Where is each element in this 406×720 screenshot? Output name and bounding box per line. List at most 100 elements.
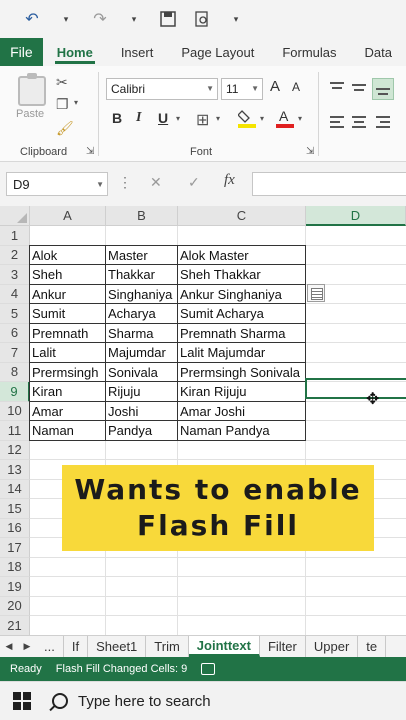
row-header-13[interactable]: 13 [0, 460, 30, 480]
tab-file[interactable]: File [0, 38, 43, 66]
column-header-d[interactable]: D [306, 206, 406, 226]
cell-c6[interactable]: Premnath Sharma [178, 324, 306, 344]
redo-icon[interactable]: ↷ [90, 9, 110, 29]
fill-color-dropdown-icon[interactable]: ▾ [260, 114, 264, 123]
save-icon[interactable] [158, 9, 178, 29]
tab-page-layout[interactable]: Page Layout [167, 38, 268, 66]
sheet-tab-more[interactable]: ... [36, 636, 64, 657]
paste-button-label[interactable]: Paste [16, 108, 44, 120]
sheet-tab-filter[interactable]: Filter [260, 636, 306, 657]
cut-icon[interactable]: ✂ [56, 74, 68, 91]
tab-formulas[interactable]: Formulas [268, 38, 350, 66]
font-launcher-icon[interactable]: ⇲ [306, 146, 314, 157]
cell-a2[interactable]: Alok [30, 246, 106, 266]
font-name-select[interactable]: Calibri ▼ [106, 78, 218, 100]
cell-b6[interactable]: Sharma [106, 324, 178, 344]
row-header-4[interactable]: 4 [0, 284, 30, 304]
active-cell-d9[interactable] [305, 378, 406, 399]
undo-dropdown-icon[interactable]: ▾ [56, 9, 76, 29]
borders-icon[interactable]: ⊞ [196, 110, 209, 130]
grow-font-button[interactable]: A [270, 78, 280, 95]
redo-dropdown-icon[interactable]: ▾ [124, 9, 144, 29]
sheet-tab-te[interactable]: te [358, 636, 387, 657]
row-header-3[interactable]: 3 [0, 265, 30, 285]
sheet-tab-if[interactable]: If [64, 636, 89, 657]
undo-icon[interactable]: ↶ [22, 9, 42, 29]
cell-c10[interactable]: Amar Joshi [178, 402, 306, 422]
paste-icon[interactable] [18, 73, 46, 106]
bold-button[interactable]: B [112, 110, 122, 126]
row-header-7[interactable]: 7 [0, 343, 30, 363]
flash-fill-options-icon[interactable] [307, 284, 325, 302]
cell-c8[interactable]: Prermsingh Sonivala [178, 363, 306, 383]
row-header-20[interactable]: 20 [0, 596, 30, 616]
print-preview-icon[interactable] [192, 9, 212, 29]
cell-b8[interactable]: Sonivala [106, 363, 178, 383]
cell-b5[interactable]: Acharya [106, 304, 178, 324]
row-header-12[interactable]: 12 [0, 440, 30, 460]
sheet-tab-upper[interactable]: Upper [306, 636, 359, 657]
cell-a7[interactable]: Lalit [30, 343, 106, 363]
tab-data[interactable]: Data [351, 38, 406, 66]
fill-color-icon[interactable] [237, 108, 256, 131]
sheet-tab-trim[interactable]: Trim [146, 636, 189, 657]
cell-b9[interactable]: Rijuju [106, 382, 178, 402]
row-header-1[interactable]: 1 [0, 226, 30, 246]
row-header-17[interactable]: 17 [0, 538, 30, 558]
select-all-button[interactable] [0, 206, 30, 226]
cell-b2[interactable]: Master [106, 246, 178, 266]
accessibility-icon[interactable] [201, 663, 216, 675]
cell-c9[interactable]: Kiran Rijuju [178, 382, 306, 402]
cell-a9[interactable]: Kiran [30, 382, 106, 402]
column-header-a[interactable]: A [30, 206, 106, 226]
cell-b11[interactable]: Pandya [106, 421, 178, 441]
prev-sheet-icon[interactable]: ◀ [0, 636, 18, 657]
tab-home[interactable]: Home [43, 38, 107, 66]
borders-dropdown-icon[interactable]: ▾ [216, 114, 220, 123]
cell-a4[interactable]: Ankur [30, 285, 106, 305]
copy-icon[interactable]: ❐ [56, 96, 69, 113]
cell-b7[interactable]: Majumdar [106, 343, 178, 363]
cell-a5[interactable]: Sumit [30, 304, 106, 324]
insert-function-icon[interactable]: fx [224, 172, 235, 189]
cell-a11[interactable]: Naman [30, 421, 106, 441]
row-header-14[interactable]: 14 [0, 479, 30, 499]
cell-b10[interactable]: Joshi [106, 402, 178, 422]
underline-dropdown-icon[interactable]: ▾ [176, 114, 180, 123]
enter-icon[interactable]: ✓ [188, 174, 200, 191]
cell-a8[interactable]: Prermsingh [30, 363, 106, 383]
cell-b3[interactable]: Thakkar [106, 265, 178, 285]
more-options-icon[interactable]: ⋮ [118, 174, 132, 191]
font-size-select[interactable]: 11 ▼ [221, 78, 263, 100]
tab-insert[interactable]: Insert [107, 38, 168, 66]
column-header-b[interactable]: B [106, 206, 178, 226]
row-header-2[interactable]: 2 [0, 245, 30, 265]
name-box[interactable]: D9 ▼ [6, 172, 108, 196]
format-painter-icon[interactable]: 🖌 [56, 120, 74, 137]
row-header-16[interactable]: 16 [0, 518, 30, 538]
row-header-18[interactable]: 18 [0, 557, 30, 577]
cell-c4[interactable]: Ankur Singhaniya [178, 285, 306, 305]
cell-c3[interactable]: Sheh Thakkar [178, 265, 306, 285]
start-button[interactable] [0, 692, 44, 710]
row-header-6[interactable]: 6 [0, 323, 30, 343]
copy-dropdown-icon[interactable]: ▾ [74, 98, 78, 107]
row-header-21[interactable]: 21 [0, 616, 30, 635]
shrink-font-button[interactable]: A [292, 80, 300, 94]
worksheet-grid[interactable]: A B C D 1 2 3 4 5 6 7 8 9 10 11 12 13 14 15 16 17 18 19 20 2… [0, 206, 406, 635]
cell-c7[interactable]: Lalit Majumdar [178, 343, 306, 363]
sheet-tab-sheet1[interactable]: Sheet1 [88, 636, 147, 657]
cell-a10[interactable]: Amar [30, 402, 106, 422]
font-color-icon[interactable]: A [276, 108, 294, 131]
row-header-5[interactable]: 5 [0, 304, 30, 324]
cell-c2[interactable]: Alok Master [178, 246, 306, 266]
italic-button[interactable]: I [136, 110, 141, 126]
sheet-tab-jointtext[interactable]: Jointtext [188, 636, 260, 657]
row-header-9[interactable]: 9 [0, 382, 30, 402]
next-sheet-icon[interactable]: ▶ [18, 636, 36, 657]
underline-button[interactable]: U [158, 110, 168, 126]
cell-b4[interactable]: Singhaniya [106, 285, 178, 305]
column-header-c[interactable]: C [178, 206, 306, 226]
formula-input[interactable] [252, 172, 406, 196]
taskbar-search[interactable]: Type here to search [44, 693, 211, 710]
